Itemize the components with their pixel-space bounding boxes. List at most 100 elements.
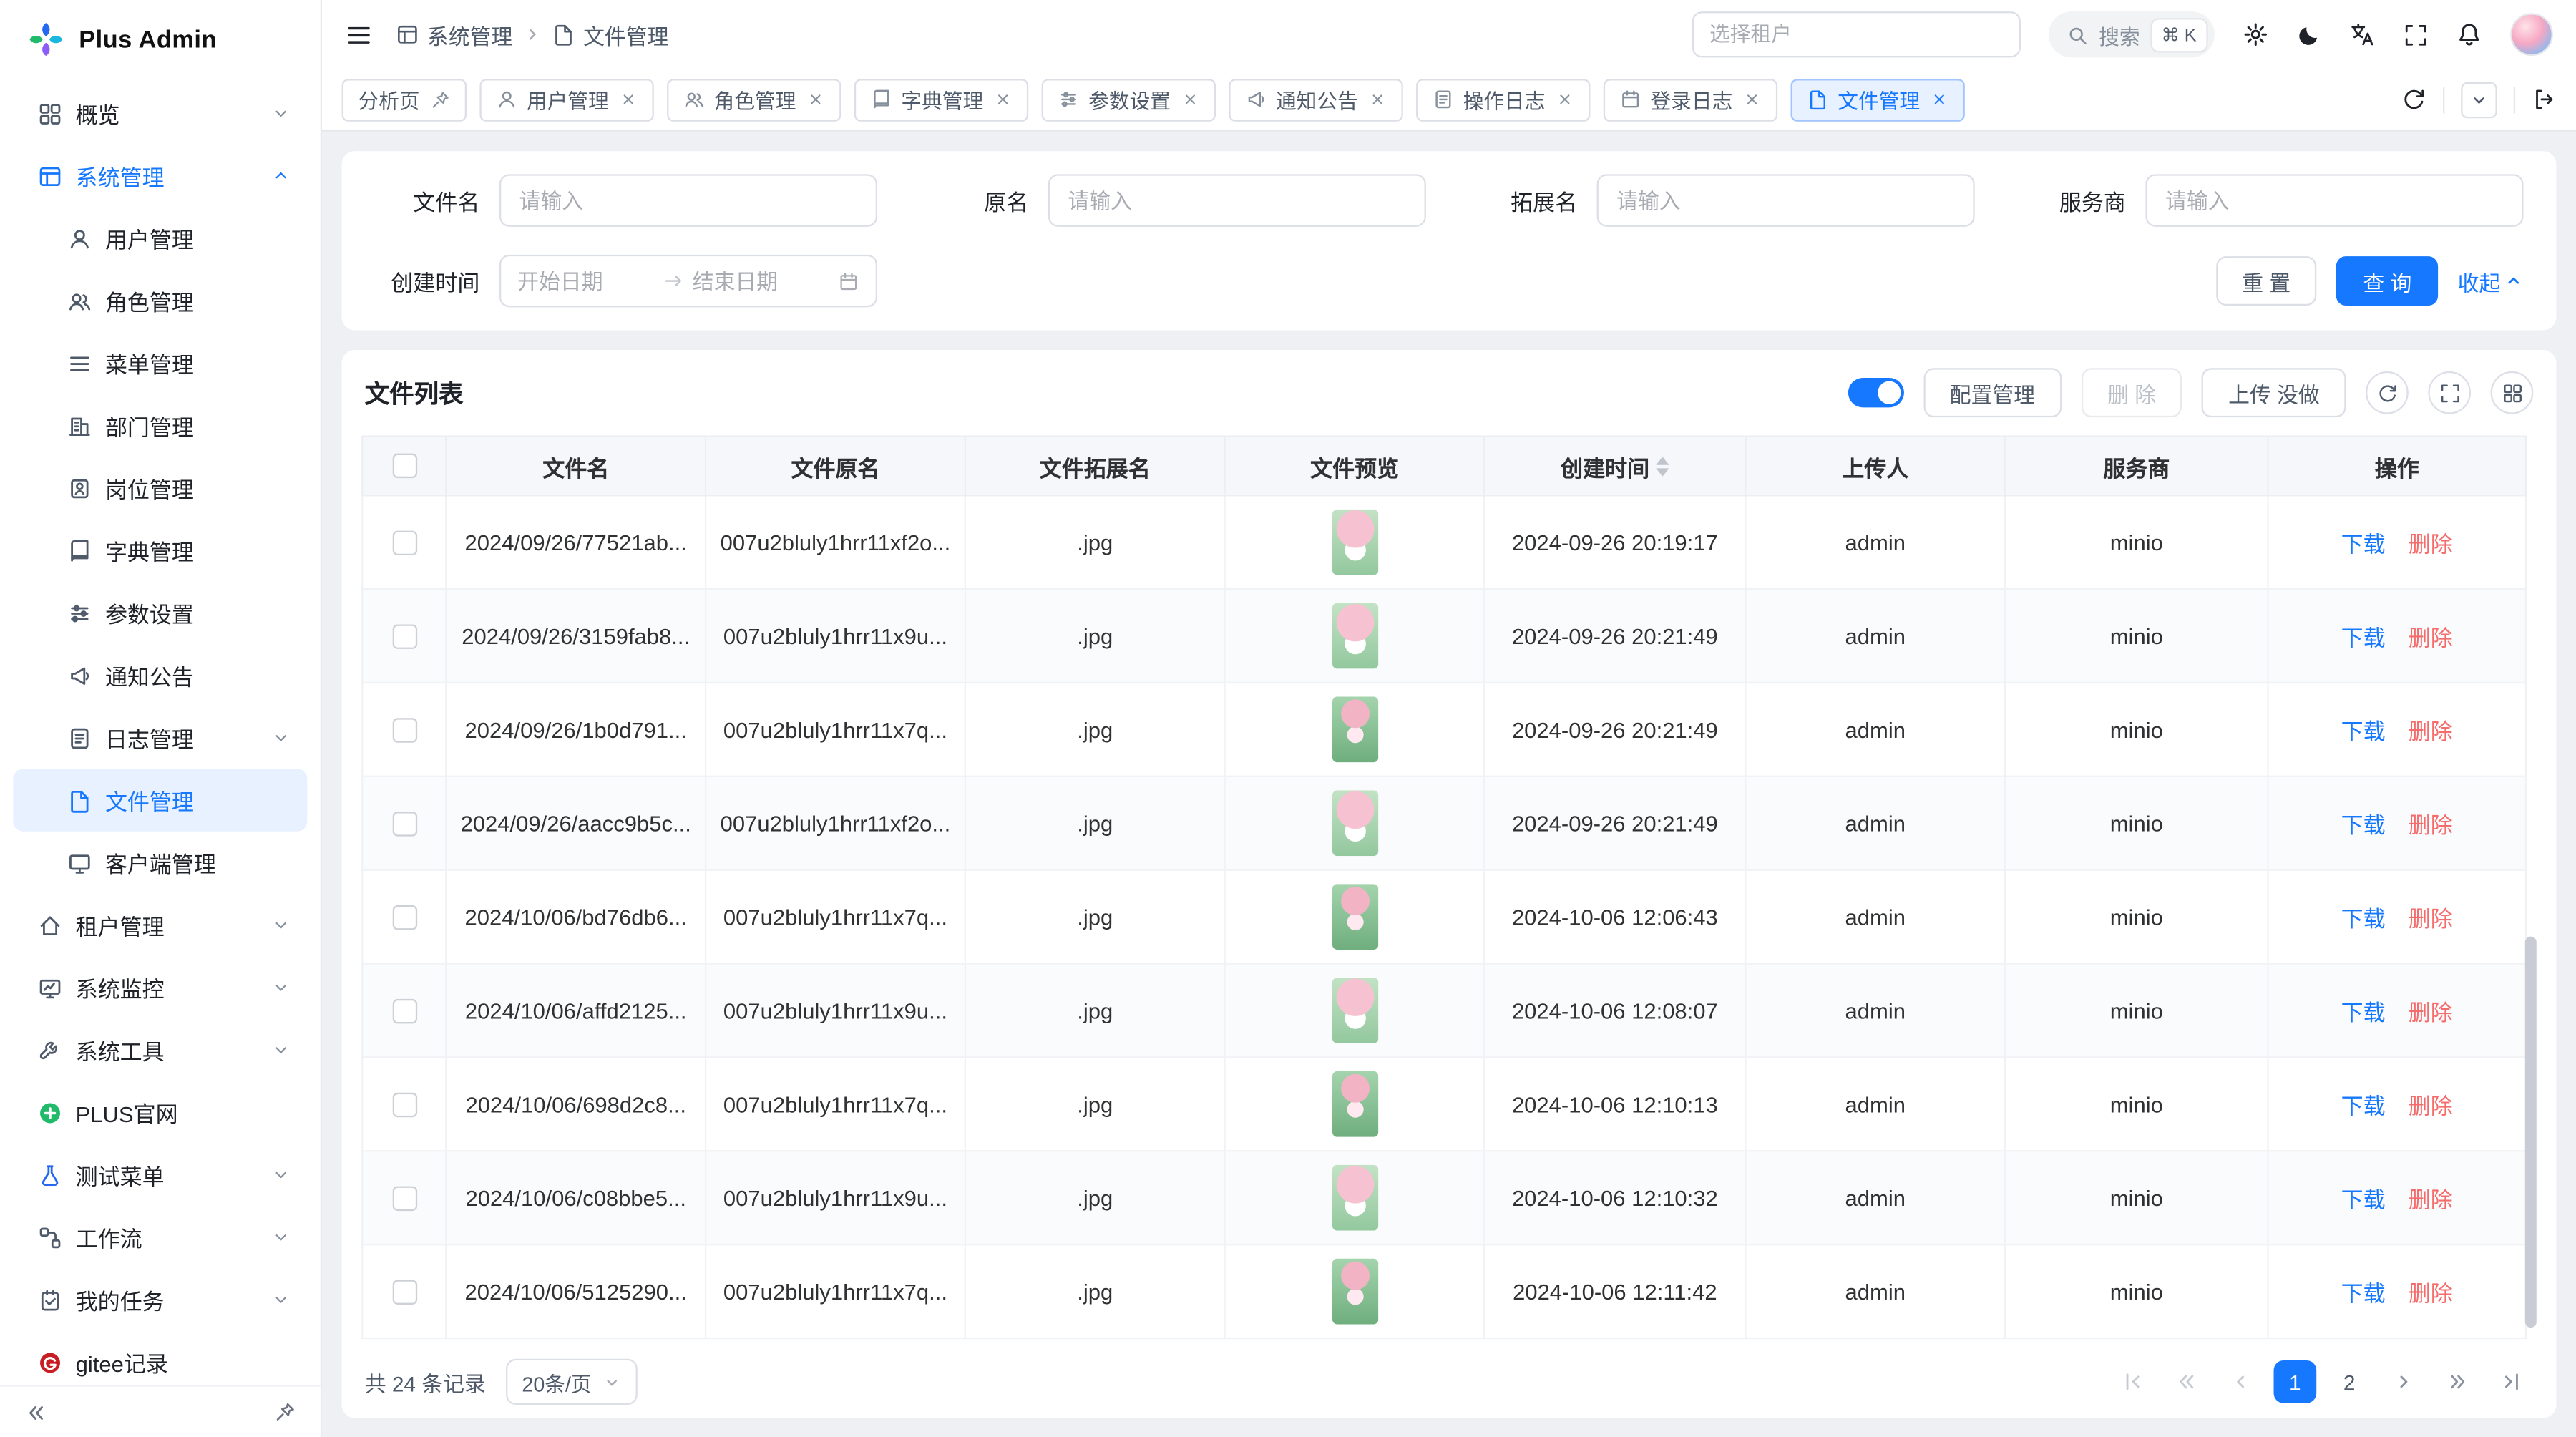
notifications-button[interactable] bbox=[2456, 21, 2482, 48]
sidebar-item-tools[interactable]: 系统工具 bbox=[13, 1018, 307, 1081]
file-preview-thumbnail[interactable] bbox=[1332, 1165, 1377, 1231]
pin-icon[interactable] bbox=[429, 89, 449, 109]
first-page-button[interactable] bbox=[2111, 1360, 2154, 1403]
file-preview-thumbnail[interactable] bbox=[1332, 510, 1377, 575]
prev-page-button[interactable] bbox=[2220, 1360, 2263, 1403]
sidebar-item-my-tasks[interactable]: 我的任务 bbox=[13, 1268, 307, 1330]
page-size-select[interactable]: 20条/页 bbox=[505, 1359, 638, 1405]
delete-link[interactable]: 删除 bbox=[2409, 1000, 2453, 1025]
download-link[interactable]: 下载 bbox=[2341, 532, 2386, 557]
sidebar-item-dicts[interactable]: 字典管理 bbox=[13, 520, 307, 582]
logo[interactable]: Plus Admin bbox=[0, 0, 321, 79]
close-icon[interactable] bbox=[1368, 90, 1386, 108]
close-icon[interactable] bbox=[1555, 90, 1573, 108]
table-fullscreen-button[interactable] bbox=[2428, 371, 2471, 414]
extension-input[interactable] bbox=[1597, 174, 1975, 226]
refresh-table-button[interactable] bbox=[2366, 371, 2409, 414]
close-icon[interactable] bbox=[1181, 90, 1199, 108]
sidebar-item-depts[interactable]: 部门管理 bbox=[13, 394, 307, 457]
prev-group-button[interactable] bbox=[2165, 1360, 2208, 1403]
column-settings-button[interactable] bbox=[2491, 371, 2534, 414]
sort-created-time[interactable] bbox=[1656, 456, 1669, 476]
delete-link[interactable]: 删除 bbox=[2409, 626, 2453, 651]
delete-link[interactable]: 删除 bbox=[2409, 907, 2453, 931]
next-group-button[interactable] bbox=[2436, 1360, 2479, 1403]
upload-button[interactable]: 上传 没做 bbox=[2202, 368, 2346, 417]
last-page-button[interactable] bbox=[2491, 1360, 2534, 1403]
breadcrumb-item-files[interactable]: 文件管理 bbox=[552, 19, 668, 50]
close-icon[interactable] bbox=[806, 90, 824, 108]
file-preview-thumbnail[interactable] bbox=[1332, 978, 1377, 1043]
settings-button[interactable] bbox=[2243, 21, 2269, 48]
sidebar-item-monitor[interactable]: 系统监控 bbox=[13, 956, 307, 1018]
sidebar-item-roles[interactable]: 角色管理 bbox=[13, 270, 307, 332]
user-avatar[interactable] bbox=[2510, 13, 2553, 56]
dark-mode-button[interactable] bbox=[2297, 22, 2321, 47]
sidebar-item-workflow[interactable]: 工作流 bbox=[13, 1206, 307, 1268]
original-name-input[interactable] bbox=[1048, 174, 1426, 226]
row-checkbox[interactable] bbox=[392, 812, 416, 836]
sidebar-item-plus-site[interactable]: PLUS官网 bbox=[13, 1081, 307, 1144]
sidebar-item-files[interactable]: 文件管理 bbox=[13, 769, 307, 831]
tab-操作日志[interactable]: 操作日志 bbox=[1415, 78, 1589, 121]
file-name-input[interactable] bbox=[499, 174, 877, 226]
breadcrumb-item-system[interactable]: 系统管理 bbox=[396, 19, 512, 50]
config-manage-button[interactable]: 配置管理 bbox=[1923, 368, 2062, 417]
sidebar-item-menus[interactable]: 菜单管理 bbox=[13, 332, 307, 394]
row-checkbox[interactable] bbox=[392, 905, 416, 930]
file-preview-thumbnail[interactable] bbox=[1332, 1071, 1377, 1137]
row-checkbox[interactable] bbox=[392, 1280, 416, 1304]
close-icon[interactable] bbox=[1742, 90, 1760, 108]
file-preview-thumbnail[interactable] bbox=[1332, 696, 1377, 762]
row-checkbox[interactable] bbox=[392, 1093, 416, 1117]
page-number-1[interactable]: 1 bbox=[2274, 1360, 2317, 1403]
provider-input[interactable] bbox=[2145, 174, 2523, 226]
sidebar-item-system[interactable]: 系统管理 bbox=[13, 145, 307, 207]
download-link[interactable]: 下载 bbox=[2341, 813, 2386, 837]
next-page-button[interactable] bbox=[2382, 1360, 2425, 1403]
end-date-input[interactable] bbox=[693, 268, 828, 293]
sidebar-item-logs[interactable]: 日志管理 bbox=[13, 706, 307, 769]
date-range-picker[interactable] bbox=[499, 255, 877, 307]
tab-登录日志[interactable]: 登录日志 bbox=[1603, 78, 1777, 121]
search-button[interactable]: 查 询 bbox=[2337, 256, 2438, 306]
sidebar-item-test-menu[interactable]: 测试菜单 bbox=[13, 1144, 307, 1206]
download-link[interactable]: 下载 bbox=[2341, 1094, 2386, 1119]
sidebar-item-overview[interactable]: 概览 bbox=[13, 82, 307, 145]
tenant-select-input[interactable] bbox=[1692, 11, 2020, 57]
page-number-2[interactable]: 2 bbox=[2328, 1360, 2371, 1403]
collapse-filter-link[interactable]: 收起 bbox=[2458, 266, 2524, 297]
tab-字典管理[interactable]: 字典管理 bbox=[854, 78, 1028, 121]
batch-delete-button[interactable]: 删 除 bbox=[2081, 368, 2182, 417]
reset-button[interactable]: 重 置 bbox=[2216, 256, 2317, 306]
tab-角色管理[interactable]: 角色管理 bbox=[666, 78, 840, 121]
tab-用户管理[interactable]: 用户管理 bbox=[479, 78, 653, 121]
sidebar-item-gitee[interactable]: gitee记录 bbox=[13, 1331, 307, 1385]
download-link[interactable]: 下载 bbox=[2341, 1282, 2386, 1306]
delete-link[interactable]: 删除 bbox=[2409, 532, 2453, 557]
close-icon[interactable] bbox=[993, 90, 1011, 108]
file-preview-thumbnail[interactable] bbox=[1332, 884, 1377, 950]
delete-link[interactable]: 删除 bbox=[2409, 1188, 2453, 1212]
delete-link[interactable]: 删除 bbox=[2409, 1282, 2453, 1306]
fullscreen-button[interactable] bbox=[2404, 22, 2428, 47]
row-checkbox[interactable] bbox=[392, 718, 416, 742]
row-checkbox[interactable] bbox=[392, 999, 416, 1023]
sidebar-item-tenants[interactable]: 租户管理 bbox=[13, 894, 307, 956]
download-link[interactable]: 下载 bbox=[2341, 626, 2386, 651]
delete-link[interactable]: 删除 bbox=[2409, 720, 2453, 744]
close-icon[interactable] bbox=[618, 90, 636, 108]
pin-sidebar-button[interactable] bbox=[268, 1395, 301, 1428]
row-checkbox[interactable] bbox=[392, 624, 416, 648]
start-date-input[interactable] bbox=[517, 268, 653, 293]
sidebar-item-posts[interactable]: 岗位管理 bbox=[13, 457, 307, 519]
file-preview-thumbnail[interactable] bbox=[1332, 790, 1377, 856]
tab-options-button[interactable] bbox=[2461, 82, 2497, 118]
download-link[interactable]: 下载 bbox=[2341, 907, 2386, 931]
delete-link[interactable]: 删除 bbox=[2409, 1094, 2453, 1119]
file-preview-thumbnail[interactable] bbox=[1332, 1259, 1377, 1325]
tab-通知公告[interactable]: 通知公告 bbox=[1228, 78, 1402, 121]
tab-分析页[interactable]: 分析页 bbox=[342, 78, 466, 121]
refresh-page-button[interactable] bbox=[2402, 87, 2426, 112]
global-search-button[interactable]: 搜索 ⌘ K bbox=[2048, 11, 2215, 57]
